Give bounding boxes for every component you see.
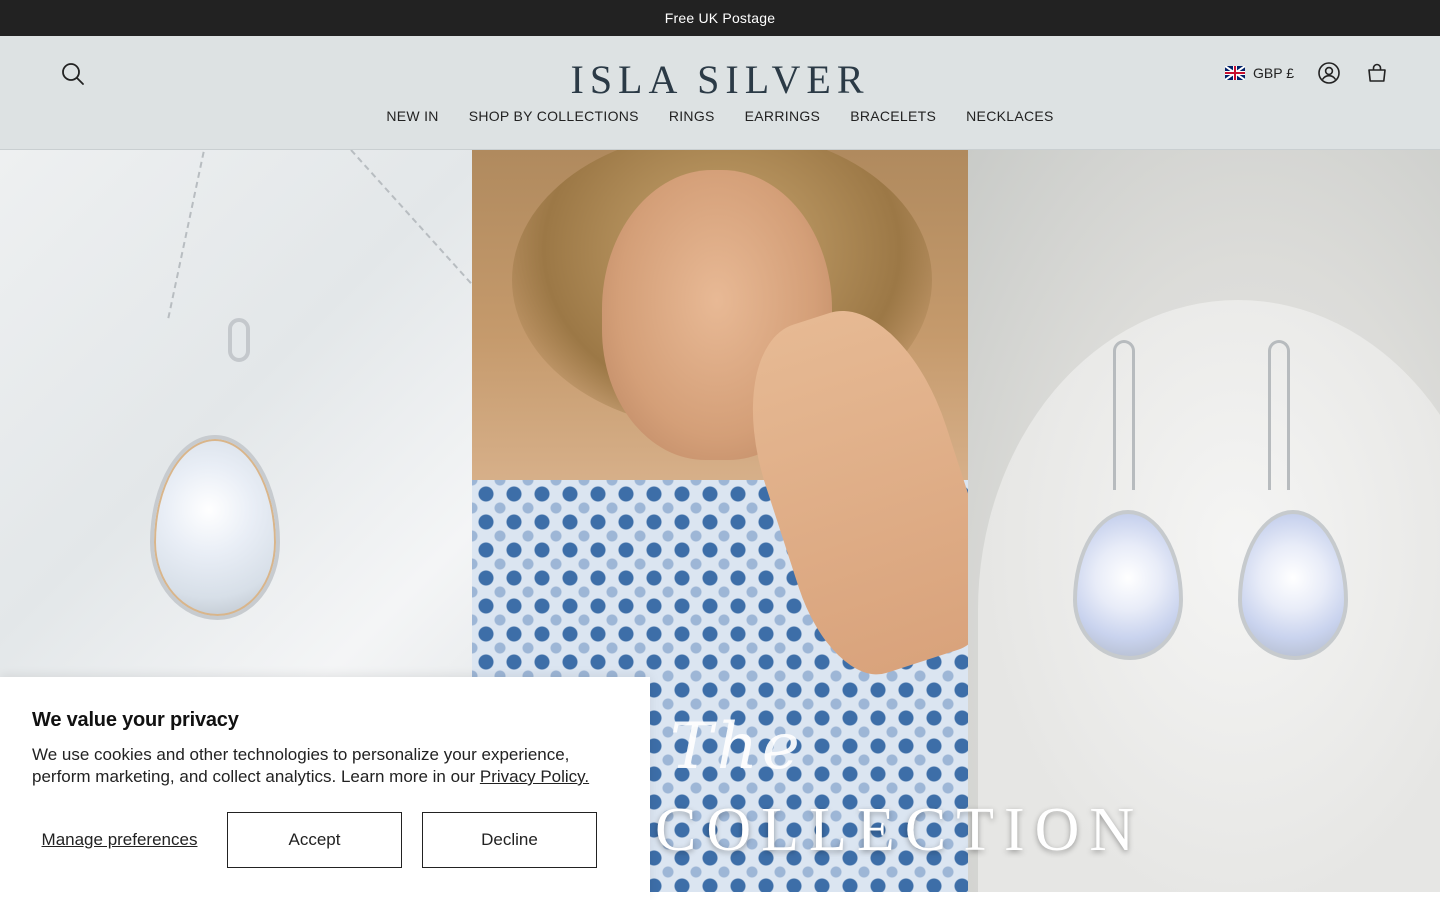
cookie-title: We value your privacy	[32, 709, 239, 731]
nav-item-new-in[interactable]: NEW IN	[386, 108, 438, 124]
manage-preferences-link[interactable]: Manage preferences	[32, 830, 207, 850]
main-nav: NEW IN SHOP BY COLLECTIONS RINGS EARRING…	[0, 108, 1440, 124]
pendant-chain	[350, 150, 472, 315]
announcement-text: Free UK Postage	[664, 10, 776, 26]
moonstone-pendant	[150, 435, 280, 620]
hero-script-text: The	[670, 710, 804, 784]
announcement-bar: Free UK Postage	[0, 0, 1440, 36]
site-header: ISLA SILVER GBP £ NEW IN SHOP BY COLLECT…	[0, 36, 1440, 150]
earring-hook	[1113, 340, 1135, 490]
hero-title: COLLECTION	[655, 796, 1145, 864]
accept-button[interactable]: Accept	[227, 812, 402, 868]
nav-item-rings[interactable]: RINGS	[669, 108, 715, 124]
privacy-policy-link[interactable]: Privacy Policy.	[480, 767, 589, 786]
hero-earrings-image	[968, 150, 1440, 892]
header-tools: GBP £	[1225, 60, 1390, 86]
search-icon[interactable]	[60, 61, 86, 87]
nav-item-earrings[interactable]: EARRINGS	[745, 108, 821, 124]
nav-item-shop-by-collections[interactable]: SHOP BY COLLECTIONS	[469, 108, 639, 124]
bag-icon[interactable]	[1364, 60, 1390, 86]
pendant-bail	[228, 318, 250, 362]
cookie-actions: Manage preferences Accept Decline	[32, 812, 597, 868]
cookie-body: We use cookies and other technologies to…	[32, 744, 602, 788]
currency-label: GBP £	[1253, 65, 1294, 81]
pendant-chain	[167, 151, 205, 319]
nav-item-necklaces[interactable]: NECKLACES	[966, 108, 1054, 124]
decline-button[interactable]: Decline	[422, 812, 597, 868]
cookie-banner: We value your privacy We use cookies and…	[0, 677, 650, 900]
earring-hook	[1268, 340, 1290, 490]
account-icon[interactable]	[1316, 60, 1342, 86]
nav-item-bracelets[interactable]: BRACELETS	[850, 108, 936, 124]
site-logo[interactable]: ISLA SILVER	[570, 56, 869, 103]
currency-selector[interactable]: GBP £	[1225, 65, 1294, 81]
uk-flag-icon	[1225, 66, 1245, 80]
